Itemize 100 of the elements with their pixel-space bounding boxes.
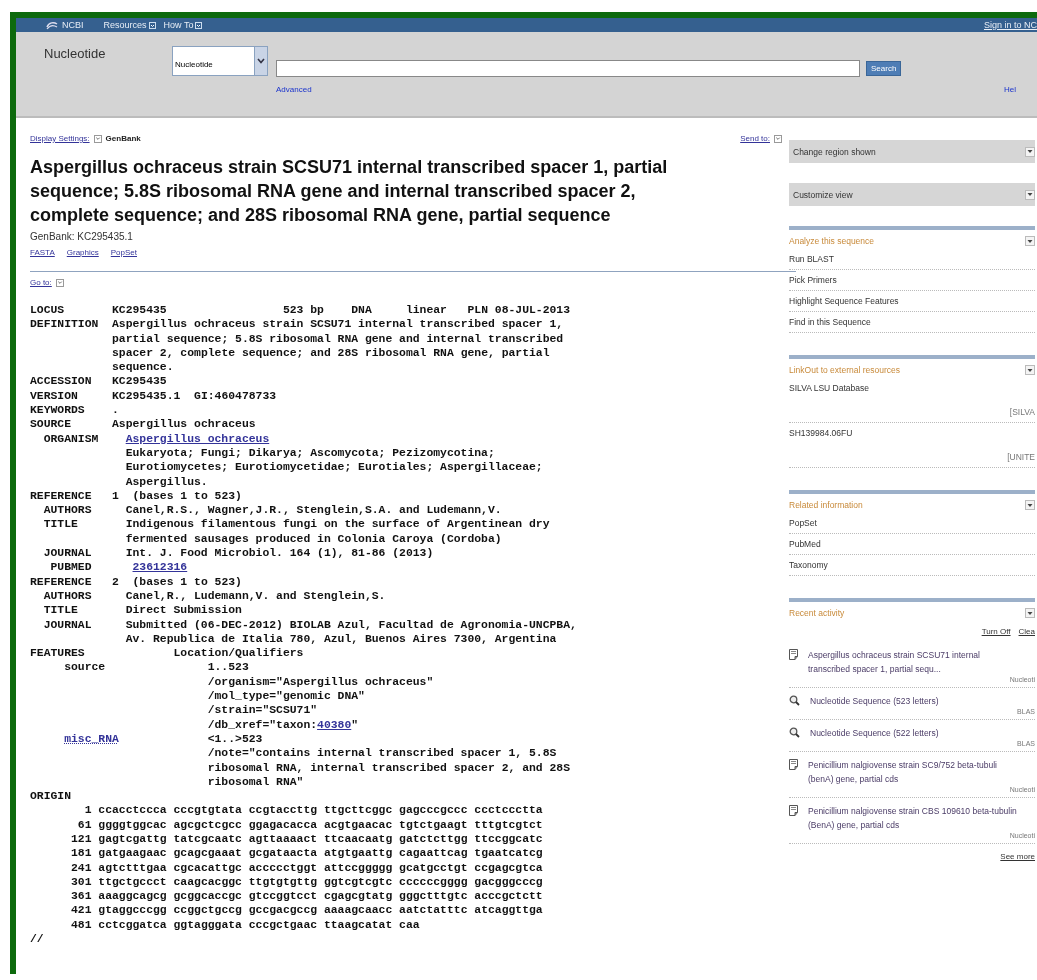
field-value: Submitted (06-DEC-2012) BIOLAB Azul, Facultad de Agronomia-UNCPBA, bbox=[125, 617, 577, 632]
field-keyword: TITLE bbox=[43, 604, 78, 617]
database-label: Nucleotide bbox=[44, 46, 107, 61]
field-value: spacer 2, complete sequence; and 28S ribosomal RNA gene, partial bbox=[112, 345, 550, 361]
field-keyword: ACCESSION bbox=[30, 375, 92, 388]
activity-link[interactable]: Nucleotide Sequence (523 letters) bbox=[810, 694, 1025, 708]
feature-link[interactable]: misc_RNA bbox=[64, 732, 119, 745]
search-icon bbox=[789, 727, 800, 738]
sign-in-link[interactable]: Sign in to NC bbox=[983, 20, 1037, 30]
sequence-bases: gatgaagaac gcagcgaaat gcgataacta atgtgaattg cagaattcag tgaatcatcg bbox=[98, 846, 543, 861]
sidebar-link[interactable]: SH139984.06FU bbox=[789, 428, 1035, 438]
toggle-icon[interactable] bbox=[1025, 608, 1035, 618]
record-link[interactable]: Aspergillus ochraceus bbox=[125, 431, 270, 446]
format-link[interactable]: PopSet bbox=[110, 248, 137, 257]
help-link[interactable]: Hel bbox=[1004, 85, 1016, 94]
field-keyword: REFERENCE bbox=[30, 575, 92, 588]
sidebar-link[interactable]: PopSet bbox=[789, 518, 1035, 528]
field-keyword: AUTHORS bbox=[43, 504, 92, 517]
document-icon bbox=[789, 759, 798, 770]
toggle-icon[interactable] bbox=[1025, 500, 1035, 510]
section-title[interactable]: Change region shown bbox=[793, 146, 876, 157]
field-value: ribosomal RNA, internal transcribed spacer 2, and 28S bbox=[207, 760, 570, 775]
field-value: Av. Republica de Italia 780, Azul, Buenos Aires 7300, Argentina bbox=[125, 631, 557, 647]
sidebar-link[interactable]: PubMed bbox=[789, 539, 1035, 549]
search-icon bbox=[789, 695, 800, 706]
section-title: LinkOut to external resources bbox=[789, 365, 901, 375]
clear-link[interactable]: Clea bbox=[1018, 627, 1035, 636]
section-header[interactable]: Change region shown bbox=[789, 140, 1035, 163]
field-value: Eurotiomycetes; Eurotiomycetidae; Eurotiales; Aspergillaceae; bbox=[125, 460, 543, 475]
sequence-bases: cctcggatca ggtagggata cccgctgaac ttaagcatat caa bbox=[98, 917, 420, 933]
field-value: Int. J. Food Microbiol. 164 (1), 81-86 (2013) bbox=[125, 546, 434, 561]
field-keyword: AUTHORS bbox=[43, 589, 92, 602]
field-value: Location/Qualifiers bbox=[173, 646, 304, 661]
activity-link[interactable]: Nucleotide Sequence (522 letters) bbox=[810, 726, 1025, 740]
source-label: [UNITE bbox=[1007, 452, 1035, 462]
sequence-position: 421 bbox=[70, 903, 93, 918]
sidebar-link[interactable]: SILVA LSU Database bbox=[789, 383, 1035, 393]
section-title: Related information bbox=[789, 500, 863, 510]
record-link[interactable]: 23612316 bbox=[132, 560, 188, 575]
format-label: GenBank bbox=[105, 134, 141, 143]
sequence-position: 481 bbox=[70, 917, 93, 933]
field-value: 1 (bases 1 to 523) bbox=[112, 488, 242, 504]
toggle-icon[interactable] bbox=[1025, 189, 1035, 200]
section-title: Analyze this sequence bbox=[789, 236, 875, 246]
record-link[interactable]: 40380 bbox=[317, 718, 352, 731]
dropdown-icon[interactable] bbox=[55, 278, 64, 287]
dropdown-icon[interactable] bbox=[93, 134, 102, 143]
format-link[interactable]: FASTA bbox=[30, 248, 55, 257]
sequence-position: 121 bbox=[70, 832, 93, 847]
field-value: Direct Submission bbox=[125, 603, 242, 618]
site-name[interactable]: NCBI bbox=[62, 20, 84, 30]
field-keyword: LOCUS bbox=[30, 304, 65, 316]
field-value: 2 (bases 1 to 523) bbox=[112, 574, 242, 589]
sidebar-link[interactable]: Highlight Sequence Features bbox=[789, 296, 1035, 306]
field-value: KC295435.1 GI:460478733 bbox=[112, 388, 277, 404]
display-settings-link[interactable]: Display Settings: bbox=[30, 134, 90, 143]
menu-button[interactable]: How To bbox=[163, 20, 203, 30]
sequence-bases: gagtcgattg tatcgcaatc agttaaaact ttcaacaatg gatctcttgg ttccggcatc bbox=[98, 832, 543, 847]
field-value: Aspergillus ochraceus bbox=[112, 417, 256, 432]
sequence-bases: ttgctgccct caagcacggc ttgtgtgttg ggtcgtcgtc ccccccgggg gacgggcccg bbox=[98, 874, 543, 890]
field-value: sequence. bbox=[112, 360, 174, 375]
database-select[interactable]: Nucleotide bbox=[172, 46, 268, 76]
toggle-icon[interactable] bbox=[1025, 146, 1035, 157]
advanced-link[interactable]: Advanced bbox=[276, 85, 312, 94]
field-keyword: ORIGIN bbox=[30, 790, 71, 803]
sidebar-link[interactable]: Pick Primers bbox=[789, 275, 1035, 285]
sequence-bases: aaaggcagcg gcggcaccgc gtccggtcct cgagcgtatg gggctttgtc acccgctctt bbox=[98, 889, 543, 904]
activity-link[interactable]: Penicillium nalgiovense strain CBS 109610 beta-tubulin (BenA) gene, partial cds bbox=[808, 804, 1023, 832]
field-value: /strain="SCSU71" bbox=[207, 703, 318, 718]
field-value: /mol_type="genomic DNA" bbox=[207, 689, 365, 704]
turn-off-link[interactable]: Turn Off bbox=[981, 627, 1011, 636]
field-keyword: REFERENCE bbox=[30, 489, 92, 502]
see-more-link[interactable]: See more bbox=[1000, 852, 1035, 861]
field-value: Eukaryota; Fungi; Dikarya; Ascomycota; Pezizomycotina; bbox=[125, 445, 495, 461]
activity-link[interactable]: Aspergillus ochraceus strain SCSU71 internal transcribed spacer 1, partial sequ... bbox=[808, 648, 1023, 676]
sidebar-link[interactable]: Taxonomy bbox=[789, 560, 1035, 570]
toggle-icon[interactable] bbox=[1025, 236, 1035, 246]
record-title: Aspergillus ochraceus strain SCSU71 internal transcribed spacer 1, partial sequence; 5.8S ribosomal RNA gene and internal transcribed spacer 2, complete sequence; and 28S ribosomal RNA gene, partial sequence bbox=[30, 156, 669, 227]
section-title[interactable]: Customize view bbox=[793, 189, 853, 200]
send-to-link[interactable]: Send to: bbox=[740, 134, 770, 143]
logo-icon[interactable] bbox=[46, 20, 58, 30]
dropdown-icon[interactable] bbox=[774, 134, 782, 143]
sidebar-link[interactable]: Find in this Sequence bbox=[789, 317, 1035, 327]
format-link[interactable]: Graphics bbox=[66, 248, 99, 257]
field-value: ribosomal RNA" bbox=[207, 774, 304, 790]
field-value: fermented sausages produced in Colonia Caroya (Cordoba) bbox=[125, 531, 502, 547]
field-value: . bbox=[112, 403, 119, 418]
chevron-icon[interactable] bbox=[254, 47, 267, 75]
field-value: Indigenous filamentous fungi on the surface of Argentinean dry bbox=[125, 517, 550, 532]
activity-link[interactable]: Penicillium nalgiovense strain SC9/752 beta-tubuli (benA) gene, partial cds bbox=[808, 758, 1023, 786]
search-field[interactable] bbox=[276, 60, 860, 77]
field-value: Aspergillus. bbox=[125, 474, 208, 489]
search-button[interactable]: Search bbox=[866, 61, 902, 76]
field-keyword: FEATURES bbox=[30, 647, 85, 660]
go-to-link[interactable]: Go to: bbox=[30, 278, 52, 287]
field-value: <1..>523 bbox=[207, 731, 263, 747]
toggle-icon[interactable] bbox=[1025, 365, 1035, 375]
sidebar-link[interactable]: Run BLAST bbox=[789, 254, 1035, 264]
section-header[interactable]: Customize view bbox=[789, 183, 1035, 206]
menu-button[interactable]: Resources bbox=[103, 20, 156, 30]
